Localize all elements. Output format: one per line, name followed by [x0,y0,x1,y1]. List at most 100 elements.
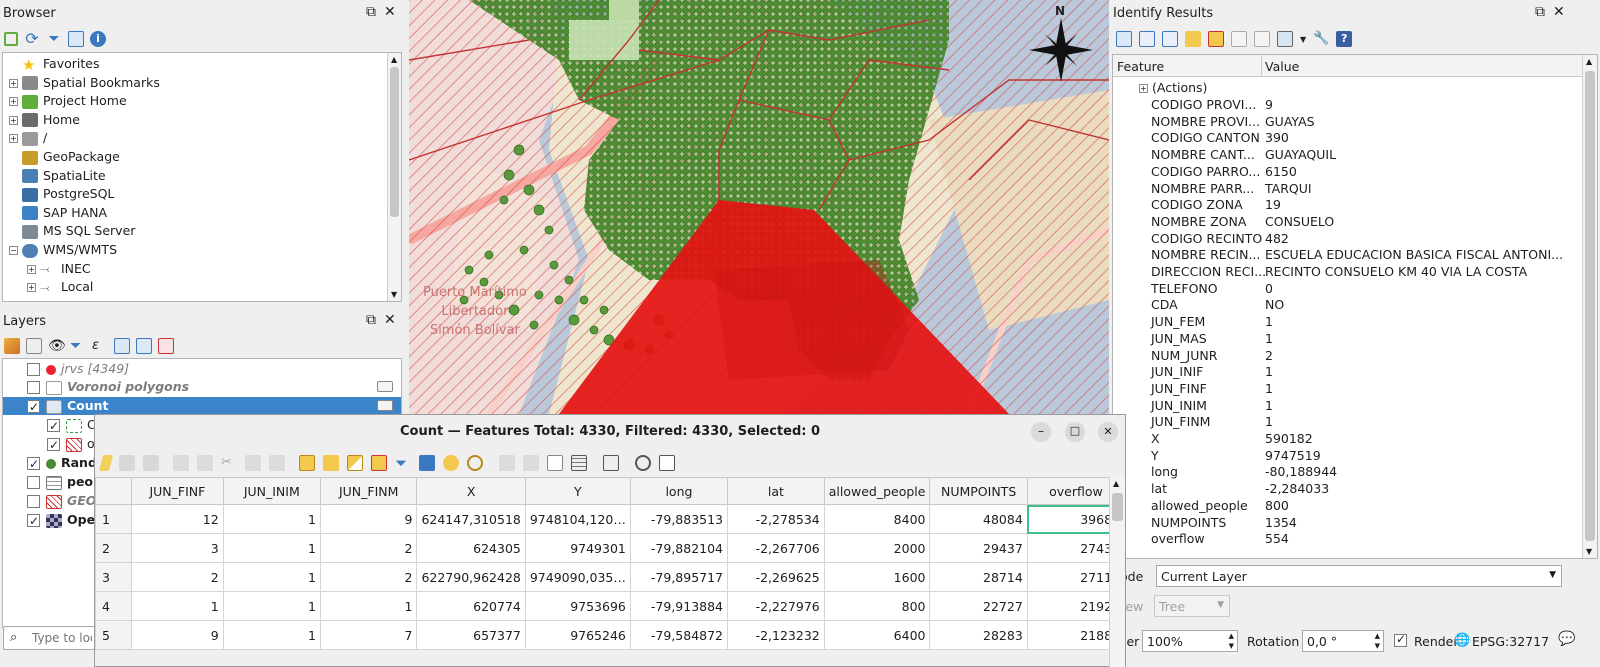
delete-field-icon[interactable] [523,455,539,471]
browser-item[interactable]: + Home [9,111,80,129]
identify-attribute-row[interactable]: NOMBRE PARR... TARQUI [1113,180,1583,197]
style-brush-icon[interactable] [4,338,20,354]
form-view-icon[interactable] [1116,31,1132,47]
new-field-icon[interactable] [499,455,515,471]
expand-icon[interactable]: + [27,264,36,274]
identify-scrollbar[interactable]: ▲ ▼ [1582,55,1597,558]
column-header[interactable]: long [629,477,729,505]
column-header[interactable]: Y [524,477,631,505]
table-cell[interactable]: 2000 [823,533,931,563]
layer-visibility-checkbox[interactable] [27,476,40,489]
identify-attribute-row[interactable]: allowed_people 800 [1113,497,1583,514]
row-header[interactable]: 2 [94,533,133,563]
minimize-button[interactable]: – [1031,422,1051,442]
cut-icon[interactable]: ✂ [221,455,237,471]
help-icon[interactable]: ? [1336,31,1353,47]
table-cell[interactable]: 22727 [929,591,1028,621]
table-cell[interactable]: 29437 [929,533,1028,563]
identify-attribute-row[interactable]: NUMPOINTS 1354 [1113,514,1583,531]
browser-item[interactable]: SAP HANA [9,204,107,222]
table-cell[interactable]: 9753696 [524,591,631,621]
multi-edit-icon[interactable] [119,455,135,471]
spin-icon[interactable]: ▲ ▼ [1229,631,1234,651]
expand-icon[interactable]: + [27,283,36,293]
table-cell[interactable]: -79,883513 [629,504,729,534]
column-header[interactable]: lat [727,477,825,505]
layer-visibility-checkbox[interactable] [27,381,40,394]
identify-attribute-row[interactable]: overflow 554 [1113,530,1583,547]
expand-icon[interactable]: + [9,115,18,125]
invert-selection-icon[interactable] [347,455,363,471]
select-mode-icon[interactable] [1277,31,1293,47]
map-canvas[interactable]: N Puerto Marítimo Libertador Simón Bolív… [409,0,1109,414]
identify-attribute-row[interactable]: X 590182 [1113,430,1583,447]
paste-icon[interactable] [269,455,285,471]
layer-indicator-icon[interactable] [377,400,393,411]
browser-item[interactable]: ★ Favorites [9,55,99,73]
crs-label[interactable]: EPSG:32717 [1472,634,1549,649]
table-cell[interactable]: 8400 [823,504,931,534]
close-panel-icon[interactable]: ✕ [1553,5,1565,19]
collapse-all-icon[interactable] [136,338,152,354]
table-row[interactable]: 1 12 1 9 624147,310518 9748104,120… -79,883513… [94,504,1126,534]
refresh-icon[interactable]: ⟳ [24,31,40,47]
identify-attribute-row[interactable]: long -80,188944 [1113,463,1583,480]
add-group-icon[interactable] [26,338,42,354]
float-panel-icon[interactable]: ⧉ [366,313,376,327]
table-cell[interactable]: 9748104,120… [524,504,631,534]
remove-layer-icon[interactable] [158,338,174,354]
visibility-eye-icon[interactable]: 👁 [48,338,66,354]
layer-visibility-checkbox[interactable] [27,455,40,473]
table-row[interactable]: 2 3 1 2 624305 9749301 -79,882104 -2,267706 2000… [94,533,1126,563]
browser-item[interactable]: − WMS/WMTS [9,241,117,259]
table-cell[interactable]: -2,267706 [727,533,825,563]
expand-icon[interactable]: + [9,134,18,144]
table-cell[interactable]: 1 [222,533,321,563]
table-cell[interactable]: 1 [131,591,224,621]
layer-visibility-checkbox[interactable] [27,512,40,530]
table-cell[interactable]: -2,269625 [727,562,825,592]
locator-search[interactable]: ⌕ [3,626,95,650]
table-cell[interactable]: 9765246 [524,620,631,650]
identify-attribute-row[interactable]: JUN_MAS 1 [1113,330,1583,347]
identify-attribute-row[interactable]: Y 9747519 [1113,447,1583,464]
column-header-feature[interactable]: Feature [1117,59,1164,74]
column-header[interactable]: JUN_INIM [222,477,321,505]
select-all-icon[interactable] [323,455,339,471]
identify-attribute-row[interactable]: TELEFONO 0 [1113,280,1583,297]
table-cell[interactable]: 2 [131,562,224,592]
close-panel-icon[interactable]: ✕ [384,313,396,327]
table-cell[interactable]: 7 [319,620,418,650]
identify-attribute-row[interactable]: DIRECCION RECI... RECINTO CONSUELO KM 40 … [1113,263,1583,280]
rotation-spinbox[interactable]: 0,0 ° ▲ ▼ [1302,630,1384,652]
organize-columns-icon[interactable] [547,455,563,471]
table-cell[interactable]: 620774 [416,591,526,621]
identify-attribute-row[interactable]: lat -2,284033 [1113,480,1583,497]
conditional-formatting-icon[interactable] [603,455,619,471]
messages-icon[interactable]: 💬 [1558,631,1575,647]
chevron-down-icon[interactable]: ▼ [1300,35,1306,44]
expand-icon[interactable]: + [9,78,18,88]
table-cell[interactable]: 1 [222,504,321,534]
zoom-map-icon[interactable] [635,455,651,471]
browser-item[interactable]: + ⤙ Local [27,278,93,296]
table-cell[interactable]: 2 [319,562,418,592]
table-cell[interactable]: 1600 [823,562,931,592]
table-cell[interactable]: 9749301 [524,533,631,563]
select-by-expression-icon[interactable] [299,455,315,471]
identify-attribute-row[interactable]: JUN_INIM 1 [1113,397,1583,414]
print-icon[interactable] [1254,31,1270,47]
identify-attribute-row[interactable]: CODIGO RECINTO 482 [1113,230,1583,247]
crs-icon[interactable]: 🌐 [1454,633,1470,648]
identify-attribute-row[interactable]: NOMBRE RECIN... ESCUELA EDUCACION BASICA … [1113,246,1583,263]
expand-all-icon[interactable] [114,338,130,354]
table-cell[interactable]: 624305 [416,533,526,563]
column-header[interactable]: X [416,477,526,505]
expand-icon[interactable]: + [9,97,18,107]
table-row[interactable]: 3 2 1 2 622790,962428 9749090,035… -79,895717-… [94,562,1126,592]
identify-attribute-row[interactable]: NOMBRE CANT... GUAYAQUIL [1113,146,1583,163]
browser-item[interactable]: + / [9,129,47,147]
expand-new-icon[interactable] [1185,31,1201,47]
column-header[interactable]: JUN_FINM [319,477,418,505]
table-cell[interactable]: 1 [222,620,321,650]
